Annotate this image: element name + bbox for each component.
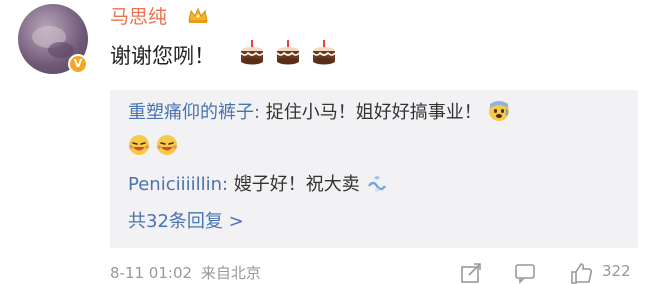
crown-icon <box>188 7 208 23</box>
laughing-face-emoji <box>129 135 149 155</box>
reply-separator: : <box>254 102 266 123</box>
reply-item: 重塑痛仰的裤子: 捉住小马！姐好好搞事业！ <box>128 98 510 124</box>
cake-emoji <box>240 40 264 65</box>
reply-author[interactable]: Peniciiiillin <box>128 174 222 195</box>
reply-separator: : <box>222 174 234 195</box>
cake-emoji <box>276 40 300 65</box>
scared-face-emoji <box>488 101 509 121</box>
username[interactable]: 马思纯 <box>110 2 167 29</box>
reply-text: 嫂子好！祝大卖 <box>233 174 360 195</box>
timestamp: 8-11 01:02 <box>110 264 193 282</box>
reply-item: Peniciiiillin: 嫂子好！祝大卖 <box>128 170 388 196</box>
location: 来自北京 <box>200 264 261 282</box>
reply-extra-emojis <box>128 134 178 157</box>
laughing-face-emoji <box>156 135 177 155</box>
cake-emoji <box>312 40 336 65</box>
share-icon[interactable] <box>460 262 482 284</box>
reply-author[interactable]: 重塑痛仰的裤子 <box>128 102 254 123</box>
wave-emoji <box>367 176 386 192</box>
avatar-detail <box>48 42 74 58</box>
comment-text: 谢谢您咧！ <box>110 44 215 68</box>
like-icon[interactable] <box>570 262 594 284</box>
emoji-group <box>238 38 341 66</box>
comment-icon[interactable] <box>514 262 536 284</box>
like-count: 322 <box>602 262 631 280</box>
reply-box: 重塑痛仰的裤子: 捉住小马！姐好好搞事业！ Peniciiiillin: 嫂子好… <box>110 90 638 248</box>
reply-text: 捉住小马！姐好好搞事业！ <box>265 102 482 123</box>
view-all-replies-link[interactable]: 共32条回复 > <box>128 207 244 233</box>
v-badge-icon: V <box>68 54 88 74</box>
